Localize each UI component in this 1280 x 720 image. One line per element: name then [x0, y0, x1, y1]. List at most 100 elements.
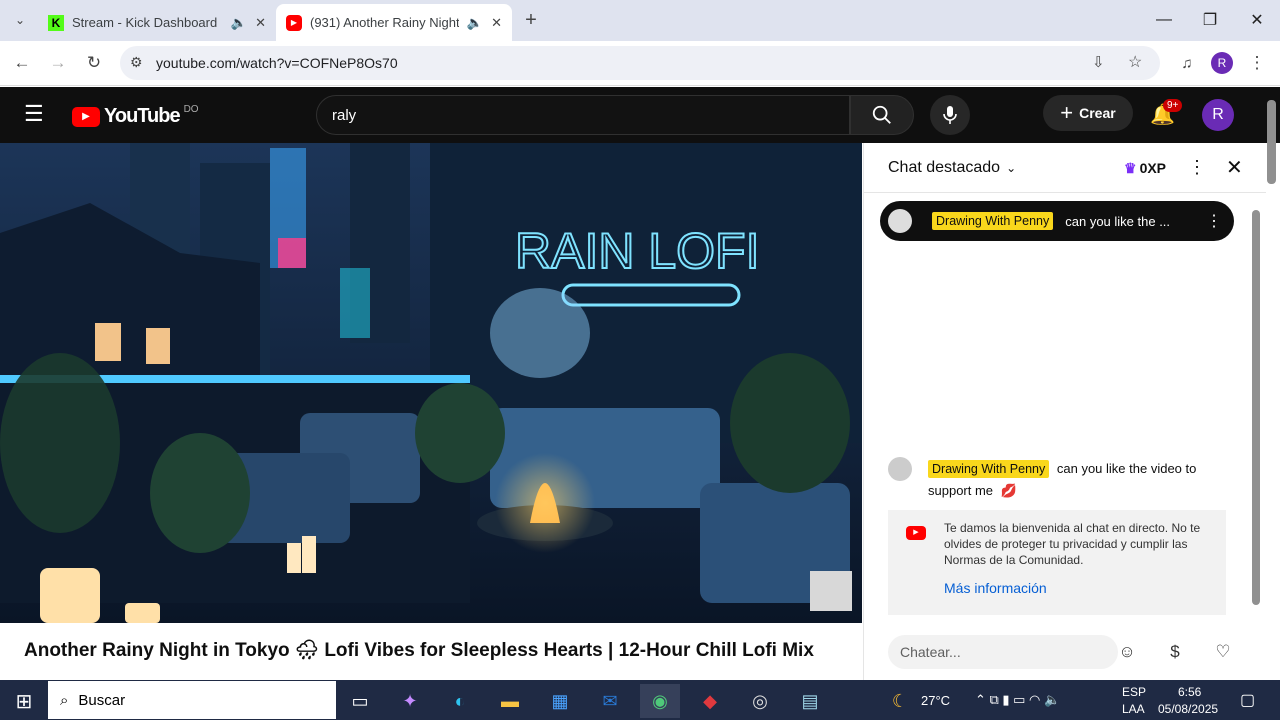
youtube-icon: ▶ — [906, 526, 926, 540]
chevron-down-icon: ⌄ — [1006, 161, 1017, 175]
youtube-icon: ▶ — [286, 14, 302, 31]
tab-search-button[interactable]: ⌄ — [5, 5, 35, 35]
voice-search-button[interactable] — [930, 95, 970, 135]
browser-tab-strip: ⌄ K Stream - Kick Dashboard 🔈 ✕ ▶ (931) … — [0, 0, 1280, 41]
chrome-icon[interactable]: ◉ — [640, 684, 680, 718]
clock-date[interactable]: 05/08/2025 — [1158, 702, 1218, 716]
youtube-logo[interactable]: ▶ YouTube DO — [72, 104, 199, 128]
chat-input-placeholder: Chatear... — [900, 644, 961, 660]
close-window-button[interactable]: ✕ — [1234, 0, 1280, 40]
kiss-emoji: 💋 — [1000, 483, 1017, 498]
rain-lofi-neon-sign: RAIN LOFI — [515, 223, 759, 279]
region-code: DO — [183, 104, 199, 115]
chat-message: Drawing With Penny can you like the vide… — [928, 458, 1218, 501]
speaker-icon: 🔈 — [230, 14, 248, 30]
keyboard-layout[interactable]: LAA — [1122, 702, 1145, 716]
site-settings-icon[interactable]: ⚙ — [130, 54, 143, 71]
video-title: Another Rainy Night in Tokyo 🌧 Lofi Vibe… — [24, 640, 814, 661]
microphone-icon — [943, 106, 957, 124]
heart-icon[interactable]: ♡ — [1208, 637, 1238, 667]
copilot-icon[interactable]: ✦ — [390, 684, 430, 718]
close-chat-icon[interactable]: ✕ — [1226, 155, 1243, 180]
close-tab-icon[interactable]: ✕ — [491, 15, 502, 31]
author-chip: Drawing With Penny — [932, 212, 1054, 230]
chat-mode-label: Chat destacado — [888, 159, 1001, 176]
tab-title: Stream - Kick Dashboard — [72, 15, 218, 30]
youtube-logo-text: YouTube — [104, 105, 181, 127]
url-text: youtube.com/watch?v=COFNeP8Os70 — [156, 55, 398, 71]
plus-icon: + — [1060, 100, 1074, 125]
notepad-icon[interactable]: ▤ — [790, 684, 830, 718]
browser-menu-icon[interactable]: ⋮ — [1242, 48, 1272, 78]
welcome-notice: ▶ Te damos la bienvenida al chat en dire… — [888, 510, 1226, 615]
page-scrollbar-thumb[interactable] — [1267, 100, 1276, 184]
back-button[interactable]: ← — [7, 48, 37, 78]
crown-icon: ♛ — [1124, 160, 1137, 176]
file-explorer-icon[interactable]: ▬ — [490, 684, 530, 718]
bookmark-star-icon[interactable]: ☆ — [1128, 52, 1142, 72]
taskbar-search[interactable]: ⌕ Buscar — [48, 681, 336, 719]
tab-kick-dashboard[interactable]: K Stream - Kick Dashboard 🔈 ✕ — [38, 4, 276, 41]
xp-badge[interactable]: ♛ 0XP — [1124, 160, 1166, 177]
obs-icon[interactable]: ◎ — [740, 684, 780, 718]
restore-button[interactable]: ❐ — [1187, 0, 1233, 40]
search-value: raly — [332, 106, 357, 124]
kick-icon: K — [48, 14, 64, 31]
hamburger-menu-icon[interactable]: ☰ — [24, 101, 44, 127]
browser-toolbar: ← → ↻ ⚙ youtube.com/watch?v=COFNeP8Os70 … — [0, 41, 1280, 86]
tab-youtube-video[interactable]: ▶ (931) Another Rainy Night i 🔈 ✕ — [276, 4, 512, 41]
youtube-header: ☰ ▶ YouTube DO raly + Crear 🔔 9+ R — [0, 87, 1280, 143]
forward-button[interactable]: → — [43, 48, 73, 78]
search-button[interactable] — [850, 95, 914, 135]
address-bar[interactable]: ⚙ youtube.com/watch?v=COFNeP8Os70 ⇩ ☆ — [120, 46, 1160, 80]
minimize-button[interactable]: — — [1141, 0, 1187, 40]
install-app-icon[interactable]: ⇩ — [1092, 53, 1105, 71]
tab-title: (931) Another Rainy Night i — [310, 15, 459, 30]
chat-options-icon[interactable]: ⋮ — [1188, 157, 1206, 178]
edge-icon[interactable]: ◐ — [440, 684, 480, 718]
taskbar-search-placeholder: Buscar — [78, 691, 126, 709]
search-input[interactable]: raly — [316, 95, 850, 135]
chat-header: Chat destacado ⌄ ♛ 0XP ⋮ ✕ — [864, 143, 1266, 193]
emoji-icon[interactable]: ☺ — [1112, 637, 1142, 667]
create-button[interactable]: + Crear — [1043, 95, 1133, 131]
chat-input[interactable]: Chatear... — [888, 635, 1118, 669]
pinned-message-banner[interactable]: Drawing With Penny can you like the ... … — [880, 201, 1234, 241]
windows-taskbar: ⊞ ⌕ Buscar ▭ ✦ ◐ ▬ ▦ ✉ ◉ ◆ ◎ ▤ ☾ 27°C ⌃ … — [0, 680, 1280, 720]
author-avatar — [888, 457, 912, 481]
xp-value: 0XP — [1139, 160, 1167, 176]
speaker-icon: 🔈 — [466, 14, 484, 30]
pinned-text: can you like the ... — [1065, 213, 1171, 229]
video-frame-illustration: RAIN LOFI — [0, 143, 862, 623]
search-icon — [872, 105, 891, 124]
weather-temp[interactable]: 27°C — [921, 693, 950, 708]
outlook-icon[interactable]: ✉ — [590, 684, 630, 718]
profile-avatar[interactable]: R — [1211, 52, 1233, 74]
chat-mode-dropdown[interactable]: Chat destacado ⌄ — [888, 159, 1016, 177]
live-chat-panel: Chat destacado ⌄ ♛ 0XP ⋮ ✕ Drawing With … — [863, 143, 1266, 680]
new-tab-button[interactable]: + — [516, 5, 546, 35]
close-tab-icon[interactable]: ✕ — [255, 15, 266, 31]
clock-time[interactable]: 6:56 — [1178, 685, 1201, 699]
account-avatar[interactable]: R — [1202, 99, 1234, 131]
notice-text: Te damos la bienvenida al chat en direct… — [944, 521, 1201, 567]
author-chip[interactable]: Drawing With Penny — [928, 460, 1050, 478]
start-windows-icon[interactable]: ⊞ — [4, 684, 44, 718]
store-icon[interactable]: ▦ — [540, 684, 580, 718]
task-view-icon[interactable]: ▭ — [340, 684, 380, 718]
media-control-icon[interactable]: ♫ — [1172, 48, 1202, 78]
chat-scrollbar-thumb[interactable] — [1252, 210, 1260, 605]
more-info-link[interactable]: Más información — [944, 580, 1212, 596]
search-icon: ⌕ — [60, 691, 69, 709]
language-code[interactable]: ESP — [1122, 685, 1146, 699]
pinned-options-icon[interactable]: ⋮ — [1206, 211, 1222, 231]
notification-badge: 9+ — [1163, 99, 1183, 112]
notification-center-icon[interactable]: ▢ — [1240, 690, 1255, 710]
reload-button[interactable]: ↻ — [79, 48, 109, 78]
author-avatar — [888, 209, 912, 233]
super-chat-icon[interactable]: $ — [1160, 637, 1190, 667]
video-player[interactable]: RAIN LOFI — [0, 143, 862, 623]
channel-watermark — [810, 571, 852, 611]
tray-icons[interactable]: ⌃ ⧉ ▮ ▭ ◠ 🔈 — [975, 692, 1060, 708]
anydesk-icon[interactable]: ◆ — [690, 684, 730, 718]
